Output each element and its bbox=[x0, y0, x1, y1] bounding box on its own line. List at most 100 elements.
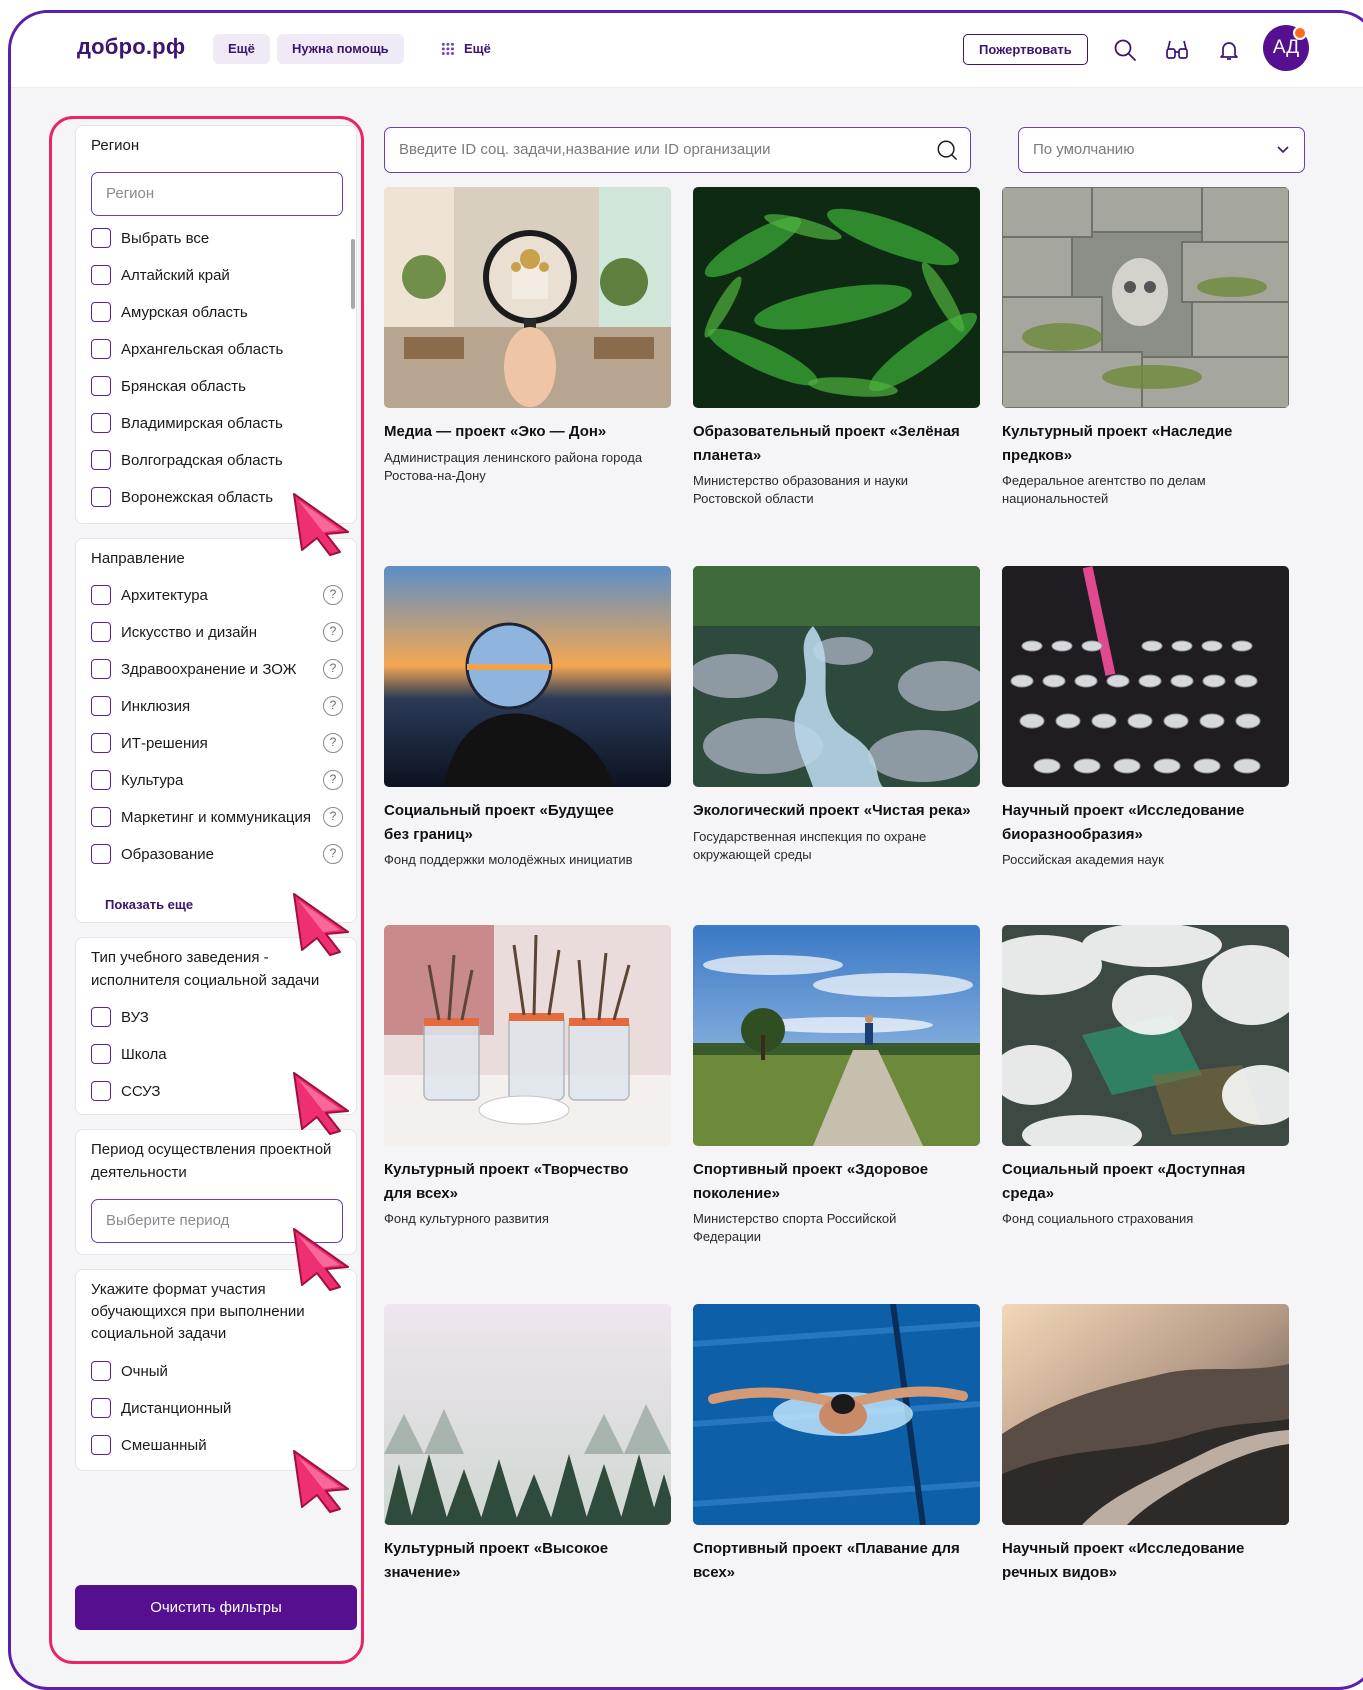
sort-select[interactable]: По умолчанию bbox=[1018, 127, 1305, 173]
checkbox[interactable] bbox=[91, 844, 111, 864]
checkbox[interactable] bbox=[91, 487, 111, 507]
project-card[interactable]: Культурный проект «Наследие предков» Феде… bbox=[1002, 187, 1289, 547]
project-image[interactable] bbox=[384, 566, 671, 787]
direction-option[interactable]: Маркетинг и коммуникация? bbox=[91, 806, 343, 830]
project-image[interactable] bbox=[384, 925, 671, 1146]
direction-option[interactable]: Культура? bbox=[91, 769, 343, 793]
search-icon[interactable] bbox=[936, 139, 958, 161]
project-image[interactable] bbox=[1002, 1304, 1289, 1525]
help-icon[interactable]: ? bbox=[323, 844, 343, 864]
user-avatar[interactable]: АД bbox=[1263, 25, 1309, 71]
nav-help-button[interactable]: Нужна помощь bbox=[277, 34, 404, 64]
checkbox[interactable] bbox=[91, 733, 111, 753]
project-image[interactable] bbox=[384, 1304, 671, 1525]
task-search-input[interactable]: Введите ID соц. задачи,название или ID о… bbox=[384, 127, 971, 173]
direction-option[interactable]: ИТ-решения? bbox=[91, 732, 343, 756]
donate-button[interactable]: Пожертвовать bbox=[963, 34, 1088, 65]
project-card[interactable]: Научный проект «Исследование речных видов… bbox=[1002, 1304, 1289, 1604]
project-card[interactable]: Образовательный проект «Зелёная планета» … bbox=[693, 187, 980, 547]
direction-option[interactable]: Здравоохранение и ЗОЖ? bbox=[91, 658, 343, 682]
project-title[interactable]: Научный проект «Исследование биоразнообра… bbox=[1002, 799, 1289, 847]
project-card[interactable]: Культурный проект «Творчество для всех» Ф… bbox=[384, 925, 671, 1265]
checkbox[interactable] bbox=[91, 1435, 111, 1455]
project-image[interactable] bbox=[693, 566, 980, 787]
org-line: Администрация ленинского района города bbox=[384, 450, 643, 465]
project-card[interactable]: Спортивный проект «Здоровое поколение» Ми… bbox=[693, 925, 980, 1265]
project-title[interactable]: Спортивный проект «Здоровое поколение» bbox=[693, 1158, 980, 1206]
help-icon[interactable]: ? bbox=[323, 770, 343, 790]
checkbox[interactable] bbox=[91, 770, 111, 790]
help-icon[interactable]: ? bbox=[323, 696, 343, 716]
region-list-scrollbar[interactable] bbox=[351, 239, 355, 309]
option-label: ИТ-решения bbox=[121, 735, 208, 752]
nav-services-menu[interactable]: Ещё bbox=[441, 34, 491, 64]
org-line: окружающей среды bbox=[693, 847, 812, 862]
nav-services-label: Ещё bbox=[464, 41, 491, 56]
show-more-link[interactable]: Показать еще bbox=[105, 897, 193, 912]
direction-option[interactable]: Архитектура? bbox=[91, 584, 343, 608]
region-search-input[interactable]: Регион bbox=[91, 172, 343, 216]
direction-option[interactable]: Образование? bbox=[91, 843, 343, 867]
checkbox[interactable] bbox=[91, 622, 111, 642]
project-image[interactable] bbox=[1002, 566, 1289, 787]
checkbox[interactable] bbox=[91, 1044, 111, 1064]
checkbox[interactable] bbox=[91, 450, 111, 470]
checkbox[interactable] bbox=[91, 1081, 111, 1101]
project-image[interactable] bbox=[1002, 925, 1289, 1146]
checkbox[interactable] bbox=[91, 413, 111, 433]
period-filter-title-line1: Период осуществления проектной bbox=[91, 1141, 332, 1158]
search-placeholder: Введите ID соц. задачи,название или ID о… bbox=[399, 141, 771, 158]
checkbox[interactable] bbox=[91, 302, 111, 322]
project-card[interactable]: Медиа — проект «Эко — Дон» Администрация… bbox=[384, 187, 671, 547]
help-icon[interactable]: ? bbox=[323, 807, 343, 827]
project-image[interactable] bbox=[1002, 187, 1289, 408]
project-image[interactable] bbox=[693, 925, 980, 1146]
project-title-line: для всех» bbox=[384, 1185, 458, 1202]
help-icon[interactable]: ? bbox=[323, 733, 343, 753]
direction-option[interactable]: Инклюзия? bbox=[91, 695, 343, 719]
project-title[interactable]: Культурный проект «Высокое значение» bbox=[384, 1537, 671, 1585]
project-image[interactable] bbox=[693, 1304, 980, 1525]
project-title[interactable]: Образовательный проект «Зелёная планета» bbox=[693, 420, 980, 468]
bell-icon[interactable] bbox=[1217, 38, 1241, 62]
project-title[interactable]: Культурный проект «Наследие предков» bbox=[1002, 420, 1289, 468]
clear-filters-button[interactable]: Очистить фильтры bbox=[75, 1585, 357, 1630]
checkbox[interactable] bbox=[91, 659, 111, 679]
project-title[interactable]: Спортивный проект «Плавание для всех» bbox=[693, 1537, 980, 1585]
project-card[interactable]: Экологический проект «Чистая река» Госуд… bbox=[693, 566, 980, 906]
help-icon[interactable]: ? bbox=[323, 622, 343, 642]
checkbox[interactable] bbox=[91, 1361, 111, 1381]
project-card[interactable]: Спортивный проект «Плавание для всех» bbox=[693, 1304, 980, 1604]
project-card[interactable]: Научный проект «Исследование биоразнообра… bbox=[1002, 566, 1289, 906]
checkbox[interactable] bbox=[91, 1007, 111, 1027]
project-card[interactable]: Культурный проект «Высокое значение» bbox=[384, 1304, 671, 1604]
accessibility-glasses-icon[interactable] bbox=[1165, 38, 1189, 62]
nav-more-button[interactable]: Ещё bbox=[213, 34, 270, 64]
checkbox[interactable] bbox=[91, 1398, 111, 1418]
search-icon[interactable] bbox=[1113, 38, 1137, 62]
project-title[interactable]: Медиа — проект «Эко — Дон» bbox=[384, 420, 671, 444]
project-title[interactable]: Социальный проект «Будущее без границ» bbox=[384, 799, 671, 847]
checkbox[interactable] bbox=[91, 265, 111, 285]
project-image[interactable] bbox=[384, 187, 671, 408]
help-icon[interactable]: ? bbox=[323, 585, 343, 605]
logo[interactable]: добро.рф bbox=[77, 34, 185, 60]
project-card[interactable]: Социальный проект «Доступная среда» Фонд … bbox=[1002, 925, 1289, 1265]
checkbox[interactable] bbox=[91, 807, 111, 827]
project-card[interactable]: Социальный проект «Будущее без границ» Фо… bbox=[384, 566, 671, 906]
project-title[interactable]: Научный проект «Исследование речных видов… bbox=[1002, 1537, 1289, 1585]
help-icon[interactable]: ? bbox=[323, 659, 343, 679]
project-title[interactable]: Социальный проект «Доступная среда» bbox=[1002, 1158, 1289, 1206]
checkbox[interactable] bbox=[91, 585, 111, 605]
option-label: Брянская область bbox=[121, 378, 246, 395]
option-label: Образование bbox=[121, 846, 214, 863]
checkbox[interactable] bbox=[91, 376, 111, 396]
project-title[interactable]: Экологический проект «Чистая река» bbox=[693, 799, 980, 823]
checkbox[interactable] bbox=[91, 339, 111, 359]
direction-option[interactable]: Искусство и дизайн? bbox=[91, 621, 343, 645]
project-image[interactable] bbox=[693, 187, 980, 408]
project-title[interactable]: Культурный проект «Творчество для всех» bbox=[384, 1158, 671, 1206]
checkbox[interactable] bbox=[91, 228, 111, 248]
project-title-line: Культурный проект «Творчество bbox=[384, 1161, 629, 1178]
checkbox[interactable] bbox=[91, 696, 111, 716]
